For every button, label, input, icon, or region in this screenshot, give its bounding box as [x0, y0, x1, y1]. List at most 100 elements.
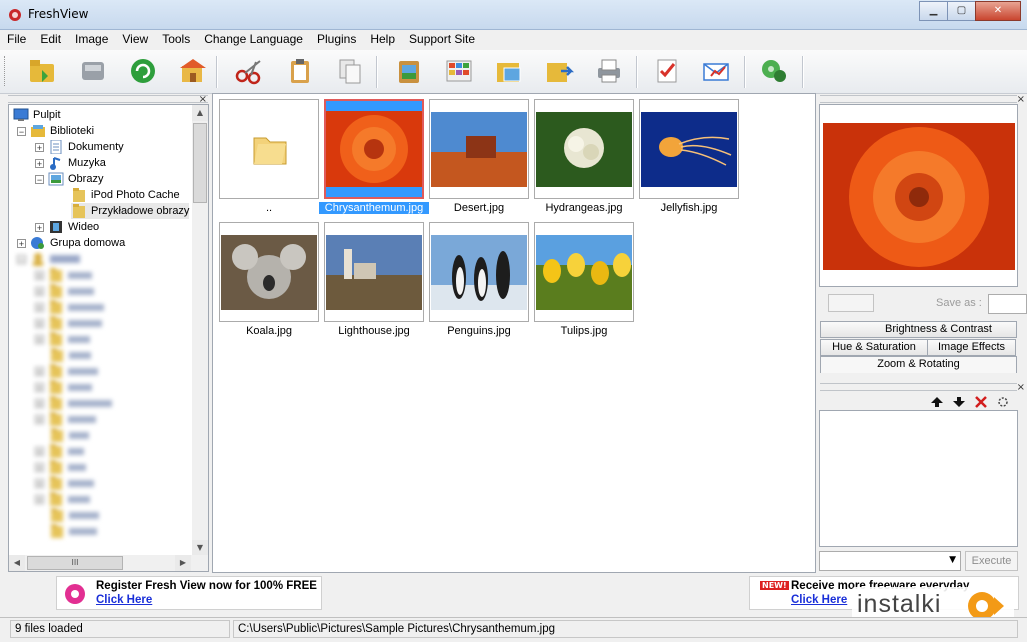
copy-button[interactable]	[333, 55, 367, 87]
thumbnail-lighthouse[interactable]	[324, 222, 424, 322]
slideshow-button[interactable]	[442, 55, 476, 87]
script-list[interactable]	[819, 410, 1018, 547]
tab-hue-saturation[interactable]: Hue & Saturation	[820, 339, 928, 356]
tree-item-blurred-folder[interactable]: +	[35, 443, 84, 459]
tree-item-ipod-photo-cache[interactable]: iPod Photo Cache	[71, 187, 180, 203]
thumbnail-tulips[interactable]	[534, 222, 634, 322]
collapse-toggle[interactable]: −	[35, 174, 44, 184]
expand-toggle[interactable]: +	[35, 414, 44, 424]
open-folder-button[interactable]	[25, 55, 59, 87]
folder-images-button[interactable]	[492, 55, 526, 87]
thumbnail-hydrangeas[interactable]	[534, 99, 634, 199]
print-button[interactable]	[592, 55, 626, 87]
tree-item-przykladowe-obrazy[interactable]: Przykładowe obrazy	[71, 203, 190, 219]
tree-item-blurred-folder[interactable]: +	[35, 363, 98, 379]
tab-zoom-rotating[interactable]: Zoom & Rotating	[820, 356, 1017, 373]
expand-toggle[interactable]: +	[35, 222, 44, 232]
script-pane-close[interactable]: ×	[1017, 383, 1025, 393]
tree-item-blurred-folder[interactable]: +	[35, 315, 102, 331]
tree-item-blurred-folder[interactable]: +	[35, 459, 86, 475]
tree-vscrollbar[interactable]: ▲ ▼	[192, 105, 208, 556]
tree-item-muzyka[interactable]: + Muzyka	[35, 155, 106, 171]
tree-item-blurred-folder[interactable]: +	[35, 395, 112, 411]
tree-pane-close[interactable]: ×	[199, 95, 207, 105]
expand-toggle[interactable]: +	[17, 238, 26, 248]
up-arrow-icon[interactable]	[930, 396, 944, 408]
home-button[interactable]	[176, 55, 210, 87]
expand-toggle[interactable]: +	[35, 318, 44, 328]
paste-button[interactable]	[283, 55, 317, 87]
minimize-button[interactable]: ▁	[919, 1, 948, 21]
menu-file[interactable]: File	[0, 30, 33, 50]
save-as-input[interactable]	[988, 294, 1027, 314]
expand-toggle[interactable]: +	[35, 494, 44, 504]
execute-button[interactable]: Execute	[965, 551, 1018, 571]
menu-plugins[interactable]: Plugins	[310, 30, 363, 50]
expand-toggle[interactable]: +	[35, 478, 44, 488]
expand-toggle[interactable]: +	[35, 142, 44, 152]
tree-item-blurred-folder[interactable]: +	[35, 299, 104, 315]
action-select[interactable]: ▼	[819, 551, 961, 571]
hscroll-thumb[interactable]: III	[27, 556, 123, 570]
refresh-button[interactable]	[126, 55, 160, 87]
expand-toggle[interactable]: +	[35, 334, 44, 344]
scroll-left-icon[interactable]: ◀	[9, 555, 25, 571]
close-button[interactable]: ✕	[975, 1, 1021, 21]
export-folder-button[interactable]	[542, 55, 576, 87]
tree-item-blurred-folder[interactable]	[49, 507, 99, 523]
down-arrow-icon[interactable]	[952, 396, 966, 408]
checklist-button[interactable]	[650, 55, 684, 87]
tree-item-blurred-folder[interactable]	[49, 523, 97, 539]
clipboard-image-button[interactable]	[392, 55, 426, 87]
thumbnail-chrysanthemum[interactable]	[324, 99, 424, 199]
menu-tools[interactable]: Tools	[155, 30, 197, 50]
thumbnail-view[interactable]: .. Chrysanthemum.jpg Desert.jpg Hydrange…	[212, 93, 816, 573]
expand-toggle[interactable]: +	[35, 462, 44, 472]
menu-support-site[interactable]: Support Site	[402, 30, 482, 50]
expand-toggle[interactable]: +	[35, 270, 44, 280]
expand-toggle[interactable]: +	[35, 366, 44, 376]
collapse-toggle[interactable]: −	[17, 254, 26, 264]
thumbnail-desert[interactable]	[429, 99, 529, 199]
plugins-button[interactable]	[757, 55, 791, 87]
menu-edit[interactable]: Edit	[33, 30, 68, 50]
tree-item-pulpit[interactable]: Pulpit	[13, 107, 61, 123]
menu-image[interactable]: Image	[68, 30, 115, 50]
thumbnail-parent-folder[interactable]	[219, 99, 319, 199]
thumbnail-koala[interactable]	[219, 222, 319, 322]
email-button[interactable]	[699, 55, 733, 87]
delete-icon[interactable]	[974, 396, 988, 408]
expand-toggle[interactable]: +	[35, 302, 44, 312]
expand-toggle[interactable]: +	[35, 286, 44, 296]
expand-toggle[interactable]: +	[35, 398, 44, 408]
thumbnail-jellyfish[interactable]	[639, 99, 739, 199]
collapse-toggle[interactable]: −	[17, 126, 26, 136]
settings-icon[interactable]	[996, 396, 1010, 408]
tree-item-blurred-folder[interactable]	[49, 347, 91, 363]
menu-change-language[interactable]: Change Language	[197, 30, 310, 50]
save-format-button[interactable]	[828, 294, 874, 312]
preview-pane-close[interactable]: ×	[1017, 95, 1025, 105]
tree-item-obrazy[interactable]: − Obrazy	[35, 171, 103, 187]
freeware-ad-link[interactable]: Click Here	[791, 594, 847, 606]
tree-item-blurred-folder[interactable]: +	[35, 331, 90, 347]
tab-brightness-contrast[interactable]: Brightness & Contrast	[820, 321, 1017, 338]
tree-item-biblioteki[interactable]: − Biblioteki	[17, 123, 94, 139]
scan-button[interactable]	[76, 55, 110, 87]
scroll-down-icon[interactable]: ▼	[192, 540, 208, 556]
tree-item-user-blurred[interactable]: −	[17, 251, 80, 267]
scroll-right-icon[interactable]: ▶	[175, 555, 191, 571]
scroll-up-icon[interactable]: ▲	[192, 105, 208, 121]
tree-item-blurred-folder[interactable]: +	[35, 379, 92, 395]
menu-help[interactable]: Help	[363, 30, 402, 50]
tree-item-blurred-folder[interactable]: +	[35, 267, 92, 283]
tree-item-blurred-folder[interactable]: +	[35, 491, 90, 507]
expand-toggle[interactable]: +	[35, 158, 44, 168]
tree-item-wideo[interactable]: + Wideo	[35, 219, 99, 235]
tree-item-blurred-folder[interactable]: +	[35, 475, 94, 491]
tree-item-grupa-domowa[interactable]: + Grupa domowa	[17, 235, 125, 251]
register-ad-link[interactable]: Click Here	[96, 594, 152, 606]
expand-toggle[interactable]: +	[35, 382, 44, 392]
register-ad[interactable]: Register Fresh View now for 100% FREE Cl…	[56, 576, 322, 610]
cut-button[interactable]	[232, 55, 266, 87]
